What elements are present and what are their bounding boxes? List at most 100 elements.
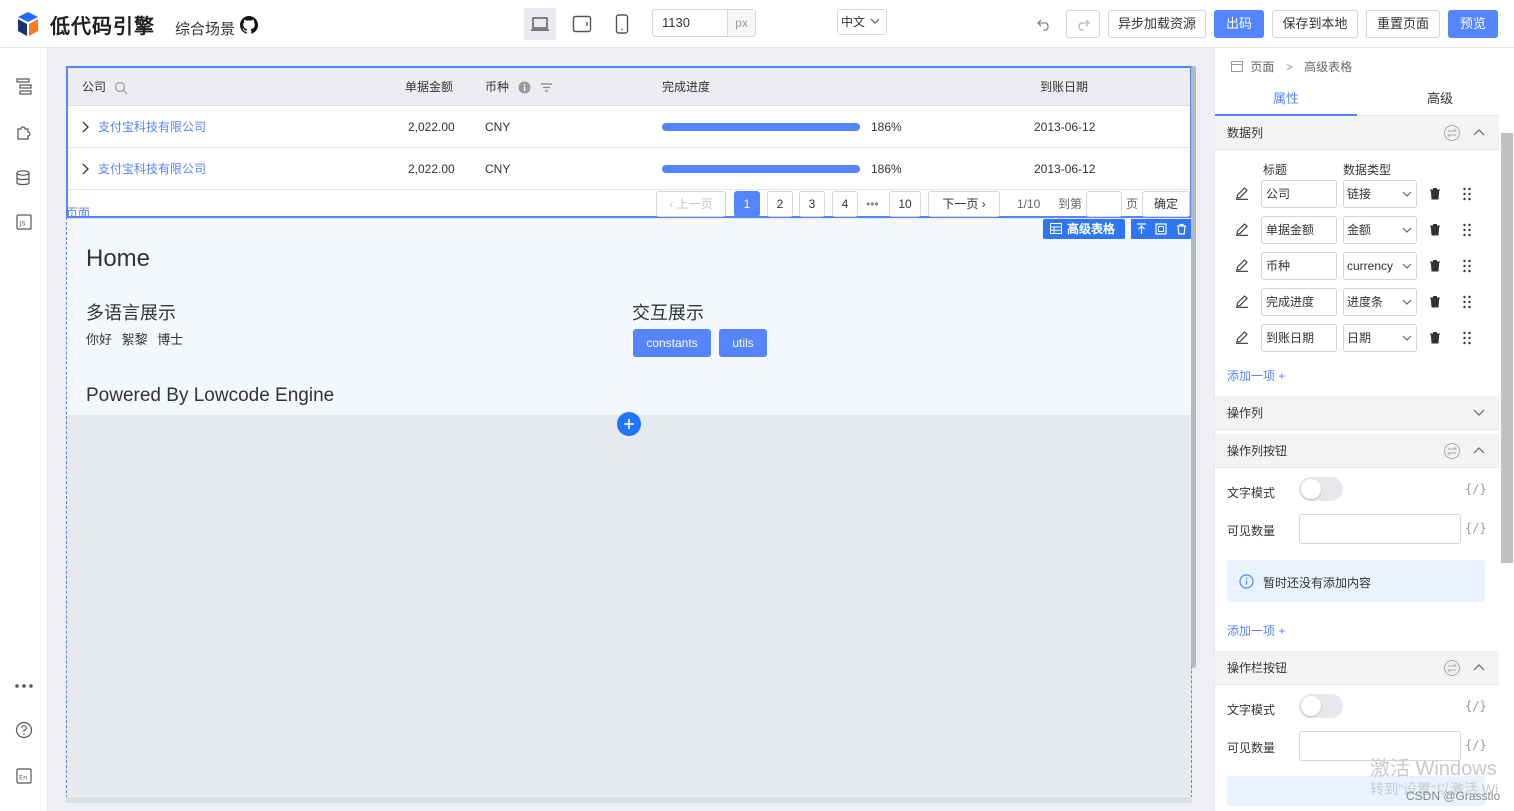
add-component-button[interactable] xyxy=(617,412,641,436)
trash-icon[interactable] xyxy=(1429,187,1441,200)
info-circle-icon xyxy=(1239,574,1254,589)
column-type-select[interactable]: currency xyxy=(1343,252,1417,280)
variable-bind-icon[interactable] xyxy=(1443,124,1461,142)
canvas-width-value[interactable]: 1130 xyxy=(653,10,727,36)
filter-icon[interactable] xyxy=(540,82,553,93)
component-library-button[interactable] xyxy=(12,120,36,144)
pager-goto-input[interactable] xyxy=(1086,191,1122,217)
group-action-buttons[interactable]: 操作列按钮 xyxy=(1215,434,1499,468)
canvas-scrollbar-vertical[interactable] xyxy=(1191,66,1196,668)
company-link[interactable]: 支付宝科技有限公司 xyxy=(98,148,206,190)
advanced-table[interactable]: 公司 单据金额 币种 完成进度 到账日期 支付宝科技有限公司 2,022.00 … xyxy=(66,66,1192,221)
panel-scrollbar[interactable] xyxy=(1501,133,1513,563)
column-title-input[interactable]: 完成进度 xyxy=(1261,288,1337,316)
redo-button[interactable] xyxy=(1066,10,1100,38)
chevron-right-icon[interactable] xyxy=(80,163,90,175)
edit-icon[interactable] xyxy=(1235,222,1249,236)
code-mode-toggle[interactable]: {/} xyxy=(1465,699,1487,713)
pager-page-2[interactable]: 2 xyxy=(767,191,793,217)
empty-notice-text: 暂时还没有添加内容 xyxy=(1263,576,1372,590)
column-type-select[interactable]: 日期 xyxy=(1343,324,1417,352)
breadcrumb-page[interactable]: 页面 xyxy=(1250,60,1274,74)
pager-prev-label: 上一页 xyxy=(676,197,713,211)
code-mode-toggle[interactable]: {/} xyxy=(1465,738,1487,752)
chevron-right-icon[interactable] xyxy=(80,121,90,133)
edit-icon[interactable] xyxy=(1235,330,1249,344)
variable-bind-icon[interactable] xyxy=(1443,442,1461,460)
pager-page-3[interactable]: 3 xyxy=(799,191,825,217)
preview-button[interactable]: 预览 xyxy=(1448,10,1498,38)
pager-page-last[interactable]: 10 xyxy=(889,191,921,217)
copy-component-button[interactable] xyxy=(1151,219,1171,239)
locale-switch-button[interactable]: En xyxy=(12,764,36,788)
page-node-label[interactable]: 页面 xyxy=(66,204,90,221)
visible-count-input[interactable] xyxy=(1299,514,1461,544)
variable-bind-icon[interactable] xyxy=(1443,659,1461,677)
drag-handle-icon[interactable] xyxy=(1462,294,1472,310)
github-icon[interactable] xyxy=(240,16,258,34)
trash-icon[interactable] xyxy=(1429,331,1441,344)
device-phone-button[interactable] xyxy=(606,8,638,40)
outline-tree-button[interactable] xyxy=(12,74,36,98)
column-type-select[interactable]: 金额 xyxy=(1343,216,1417,244)
company-link[interactable]: 支付宝科技有限公司 xyxy=(98,106,206,148)
edit-icon[interactable] xyxy=(1235,258,1249,272)
text-mode-toggle[interactable] xyxy=(1299,477,1343,501)
async-load-button[interactable]: 异步加载资源 xyxy=(1108,10,1206,38)
code-mode-toggle[interactable]: {/} xyxy=(1465,482,1487,496)
column-title-input[interactable]: 单据金额 xyxy=(1261,216,1337,244)
tab-properties[interactable]: 属性 xyxy=(1215,82,1357,116)
column-type-select[interactable]: 进度条 xyxy=(1343,288,1417,316)
pager-page-4[interactable]: 4 xyxy=(832,191,858,217)
pager-prev-button[interactable]: ‹ 上一页 xyxy=(656,191,726,217)
column-title-input[interactable]: 币种 xyxy=(1261,252,1337,280)
trash-icon[interactable] xyxy=(1429,295,1441,308)
canvas-scrollbar-horizontal[interactable] xyxy=(66,797,1192,803)
reset-page-button[interactable]: 重置页面 xyxy=(1366,10,1440,38)
table-row[interactable]: 支付宝科技有限公司 2,022.00 CNY 186% 2013-06-12 xyxy=(68,106,1190,148)
text-mode-toggle[interactable] xyxy=(1299,694,1343,718)
add-column-link[interactable]: 添加一项 + xyxy=(1227,367,1285,384)
column-type-select[interactable]: 链接 xyxy=(1343,180,1417,208)
drag-handle-icon[interactable] xyxy=(1462,258,1472,274)
info-icon[interactable] xyxy=(518,81,531,94)
chevron-up-icon[interactable] xyxy=(1473,128,1485,136)
export-code-button[interactable]: 出码 xyxy=(1214,10,1264,38)
edit-icon[interactable] xyxy=(1235,186,1249,200)
code-editor-button[interactable]: JS xyxy=(12,210,36,234)
help-button[interactable] xyxy=(12,718,36,742)
pager-page-1[interactable]: 1 xyxy=(734,191,760,217)
group-action-column[interactable]: 操作列 xyxy=(1215,396,1499,430)
undo-button[interactable] xyxy=(1030,10,1058,38)
select-parent-button[interactable] xyxy=(1131,219,1151,239)
save-local-button[interactable]: 保存到本地 xyxy=(1272,10,1358,38)
edit-icon[interactable] xyxy=(1235,294,1249,308)
chevron-up-icon[interactable] xyxy=(1473,446,1485,454)
table-row[interactable]: 支付宝科技有限公司 2,022.00 CNY 186% 2013-06-12 xyxy=(68,148,1190,190)
trash-icon[interactable] xyxy=(1429,223,1441,236)
group-data-columns[interactable]: 数据列 xyxy=(1215,116,1499,150)
canvas-width-input[interactable]: 1130 px xyxy=(652,9,756,37)
device-desktop-button[interactable] xyxy=(524,8,556,40)
drag-handle-icon[interactable] xyxy=(1462,330,1472,346)
code-mode-toggle[interactable]: {/} xyxy=(1465,521,1487,535)
device-tablet-button[interactable] xyxy=(566,8,598,40)
tab-advanced[interactable]: 高级 xyxy=(1369,82,1511,116)
chevron-down-icon[interactable] xyxy=(1473,409,1485,417)
chevron-up-icon[interactable] xyxy=(1473,663,1485,671)
trash-icon[interactable] xyxy=(1429,259,1441,272)
pager-next-button[interactable]: 下一页 › xyxy=(928,191,1000,217)
pager-confirm-button[interactable]: 确定 xyxy=(1142,191,1190,217)
column-title-input[interactable]: 到账日期 xyxy=(1261,324,1337,352)
add-action-button-link[interactable]: 添加一项 + xyxy=(1227,622,1285,639)
locale-select[interactable]: 中文 xyxy=(837,9,887,35)
datasource-button[interactable] xyxy=(12,166,36,190)
delete-component-button[interactable] xyxy=(1171,219,1191,239)
group-toolbar-buttons[interactable]: 操作栏按钮 xyxy=(1215,651,1499,685)
more-button[interactable] xyxy=(12,674,36,698)
drag-handle-icon[interactable] xyxy=(1462,186,1472,202)
selected-component-tag[interactable]: 高级表格 xyxy=(1043,219,1126,239)
search-icon[interactable] xyxy=(114,81,128,95)
column-title-input[interactable]: 公司 xyxy=(1261,180,1337,208)
drag-handle-icon[interactable] xyxy=(1462,222,1472,238)
